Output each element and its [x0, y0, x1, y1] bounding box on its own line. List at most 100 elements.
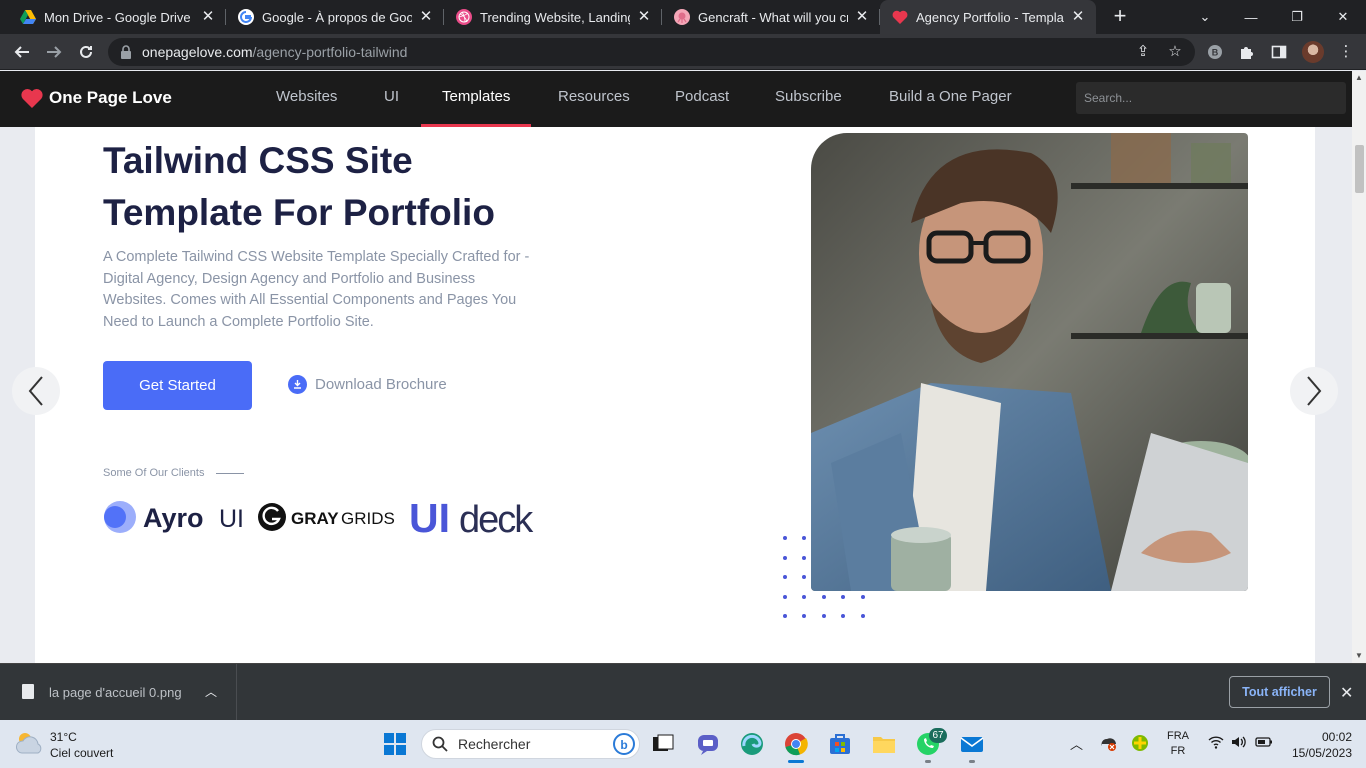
microsoft-store-icon[interactable]	[828, 732, 852, 756]
svg-text:GRAY: GRAY	[291, 509, 339, 528]
wifi-icon[interactable]	[1208, 734, 1224, 753]
windows-taskbar: 31°C Ciel couvert Rechercher b ︿ FRA FR …	[0, 720, 1366, 768]
running-indicator	[925, 760, 931, 763]
nav-subscribe[interactable]: Subscribe	[775, 71, 842, 127]
chevron-up-icon[interactable]: ︿	[1070, 734, 1083, 753]
close-icon[interactable]: ✕	[1340, 683, 1353, 703]
close-window-button[interactable]: ✕	[1320, 0, 1366, 34]
menu-kebab-icon[interactable]: ⋮	[1336, 42, 1356, 62]
nav-templates[interactable]: Templates	[420, 71, 532, 127]
windows-start-icon[interactable]	[383, 732, 407, 756]
battery-icon[interactable]	[1255, 734, 1273, 753]
nav-websites[interactable]: Websites	[276, 71, 337, 127]
volume-icon[interactable]	[1230, 734, 1246, 753]
input-language[interactable]: FRA FR	[1166, 729, 1190, 759]
download-item[interactable]: la page d'accueil 0.png ︿	[0, 664, 237, 721]
page-scrollbar[interactable]: ▲ ▼	[1352, 71, 1366, 663]
client-logo-graygrids: GRAY GRIDS	[257, 497, 399, 537]
taskbar-search[interactable]: Rechercher b	[421, 729, 640, 759]
close-icon[interactable]: ✕	[200, 9, 216, 25]
reload-icon[interactable]	[74, 40, 98, 64]
show-all-downloads-button[interactable]: Tout afficher	[1229, 676, 1330, 708]
carousel-next-button[interactable]	[1290, 367, 1338, 415]
gencraft-icon	[674, 9, 690, 25]
cloud-sun-icon	[16, 733, 42, 754]
file-icon	[22, 684, 34, 699]
taskbar-search-placeholder: Rechercher	[458, 736, 531, 752]
bing-icon: b	[613, 733, 635, 755]
tab-title: Gencraft - What will you crea	[698, 9, 848, 25]
heart-icon	[21, 89, 43, 108]
svg-text:deck: deck	[459, 499, 534, 537]
get-started-button[interactable]: Get Started	[103, 361, 252, 410]
close-icon[interactable]: ✕	[636, 9, 652, 25]
chevron-left-icon	[28, 376, 43, 406]
back-arrow-icon[interactable]	[10, 40, 34, 64]
close-icon[interactable]: ✕	[418, 9, 434, 25]
tab-search-chevron-icon[interactable]: ⌄	[1182, 0, 1228, 34]
scroll-thumb[interactable]	[1355, 145, 1364, 193]
tab-title: Google - À propos de Google	[262, 9, 412, 25]
carousel-prev-button[interactable]	[12, 367, 60, 415]
mail-icon[interactable]	[960, 732, 984, 756]
tab-title: Agency Portfolio - Template f	[916, 9, 1064, 25]
minimize-button[interactable]: —	[1228, 0, 1274, 34]
file-explorer-icon[interactable]	[872, 732, 896, 756]
site-logo[interactable]: One Page Love	[20, 88, 172, 108]
google-icon	[238, 9, 254, 25]
temperature: 31°C	[50, 730, 77, 744]
svg-text:UI: UI	[409, 497, 450, 537]
clients-label: Some Of Our Clients	[103, 467, 245, 479]
browser-tab-strip: Mon Drive - Google Drive ✕ Google - À pr…	[0, 0, 1366, 34]
puzzle-extensions-icon[interactable]	[1237, 42, 1257, 62]
whatsapp-unread-badge: 67	[929, 728, 947, 743]
running-indicator	[969, 760, 975, 763]
download-brochure-button[interactable]: Download Brochure	[288, 375, 447, 394]
close-icon[interactable]: ✕	[854, 9, 870, 25]
bookmark-star-icon[interactable]: ☆	[1166, 43, 1184, 61]
heart-icon	[892, 9, 908, 25]
close-icon[interactable]: ✕	[1070, 9, 1086, 25]
nav-ui[interactable]: UI	[384, 71, 399, 127]
svg-text:GRIDS: GRIDS	[341, 509, 395, 528]
new-tab-button[interactable]: +	[1108, 5, 1132, 29]
edge-browser-icon[interactable]	[740, 732, 764, 756]
task-view-icon[interactable]	[651, 732, 675, 756]
nav-podcast[interactable]: Podcast	[675, 71, 729, 127]
tab-google[interactable]: Google - À propos de Google ✕	[218, 0, 444, 34]
download-shelf: la page d'accueil 0.png ︿ Tout afficher …	[0, 663, 1366, 721]
system-clock[interactable]: 00:02 15/05/2023	[1288, 729, 1352, 761]
google-drive-icon	[20, 9, 36, 25]
forward-arrow-icon[interactable]	[42, 40, 66, 64]
address-bar[interactable]: onepagelove.com/agency-portfolio-tailwin…	[108, 38, 1195, 66]
chevron-up-icon[interactable]: ︿	[205, 683, 217, 700]
tab-agency-portfolio[interactable]: Agency Portfolio - Template f ✕	[880, 0, 1096, 34]
restore-button[interactable]: ❐	[1274, 0, 1320, 34]
tab-google-drive[interactable]: Mon Drive - Google Drive ✕	[0, 0, 226, 34]
page-viewport: Tailwind CSS Site Template For Portfolio…	[0, 127, 1352, 663]
tab-title: Mon Drive - Google Drive	[44, 9, 191, 25]
security-status-icon[interactable]	[1099, 734, 1117, 755]
tab-gencraft[interactable]: Gencraft - What will you crea ✕	[654, 0, 880, 34]
hero-description: A Complete Tailwind CSS Website Template…	[103, 249, 530, 330]
teams-chat-icon[interactable]	[696, 732, 720, 756]
profile-avatar[interactable]	[1302, 41, 1324, 63]
svg-text:b: b	[620, 738, 627, 752]
chevron-right-icon	[1307, 376, 1322, 406]
shield-extension-icon[interactable]: B	[1205, 42, 1225, 62]
app-tray-icon[interactable]	[1131, 734, 1149, 755]
weather-widget[interactable]: 31°C Ciel couvert	[14, 729, 113, 761]
tab-trending-website[interactable]: Trending Website, Landing Pa ✕	[436, 0, 662, 34]
client-logo-ayro-ui: Ayro UI	[103, 497, 248, 537]
chrome-browser-icon[interactable]	[784, 732, 808, 756]
scroll-down-icon[interactable]: ▼	[1352, 649, 1366, 663]
share-icon[interactable]: ⇪	[1134, 43, 1152, 61]
side-panel-icon[interactable]	[1269, 42, 1289, 62]
svg-text:Ayro: Ayro	[143, 503, 204, 533]
search-icon	[432, 736, 448, 752]
site-search-input[interactable]	[1076, 82, 1346, 114]
nav-build-one-pager[interactable]: Build a One Pager	[889, 71, 1012, 127]
nav-resources[interactable]: Resources	[558, 71, 630, 127]
scroll-up-icon[interactable]: ▲	[1352, 71, 1366, 85]
download-file-name: la page d'accueil 0.png	[49, 685, 182, 700]
